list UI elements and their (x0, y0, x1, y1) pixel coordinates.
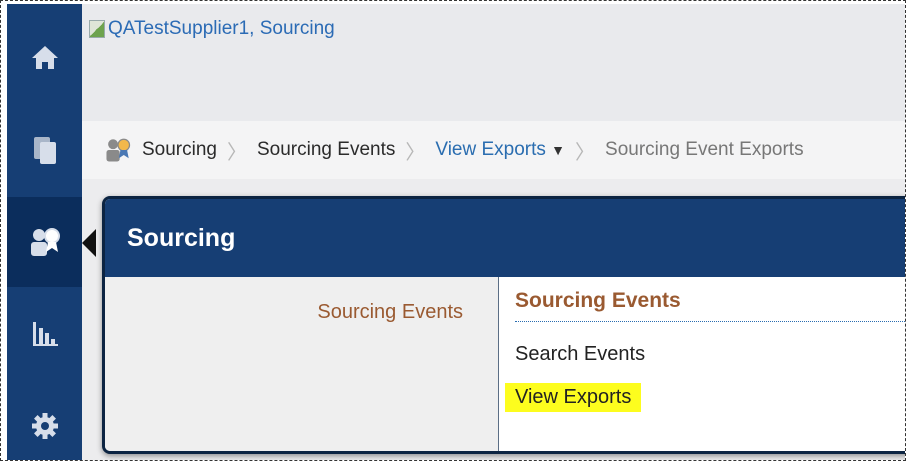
search-events-link[interactable]: Search Events (505, 340, 655, 369)
breadcrumb-current: Sourcing Event Exports (605, 139, 804, 160)
company-logo-image (89, 20, 105, 38)
flyout-category-sourcing-events[interactable]: Sourcing Events (105, 277, 499, 451)
home-icon (31, 46, 58, 69)
sourcing-flyout-menu: Sourcing Sourcing Events Sourcing Events… (102, 196, 905, 454)
sourcing-award-icon (106, 138, 131, 162)
breadcrumb-separator-icon: 〉 (227, 141, 247, 164)
caret-down-icon: ▼ (551, 142, 566, 158)
nav-analytics[interactable] (7, 289, 82, 379)
org-title-text: QATestSupplier1, Sourcing (108, 18, 335, 39)
nav-settings[interactable] (7, 381, 82, 460)
flyout-title: Sourcing (105, 199, 905, 277)
nav-rail (7, 4, 82, 460)
nav-home[interactable] (7, 12, 82, 102)
documents-icon (33, 137, 56, 164)
flyout-links-column: Sourcing Events Search Events View Expor… (499, 277, 905, 451)
nav-sourcing[interactable] (7, 197, 82, 287)
top-header: QATestSupplier1, Sourcing (82, 4, 905, 121)
breadcrumb-view-exports[interactable]: View Exports ▼ (435, 139, 565, 161)
flyout-section-title: Sourcing Events (515, 289, 905, 322)
bar-chart-icon (32, 322, 58, 346)
breadcrumb-view-exports-label: View Exports (435, 139, 546, 160)
view-exports-link[interactable]: View Exports (505, 383, 642, 412)
breadcrumb: Sourcing 〉 Sourcing Events 〉 View Export… (82, 121, 905, 179)
org-title-link[interactable]: QATestSupplier1, Sourcing (89, 18, 335, 40)
nav-documents[interactable] (7, 105, 82, 195)
breadcrumb-sourcing-events[interactable]: Sourcing Events (257, 139, 395, 161)
window-frame: QATestSupplier1, Sourcing Sourcing 〉 Sou… (0, 0, 906, 461)
breadcrumb-separator-icon: 〉 (405, 141, 426, 164)
gear-icon (31, 413, 58, 439)
breadcrumb-separator-icon: 〉 (575, 141, 596, 164)
sourcing-award-icon (30, 228, 60, 256)
flyout-pointer (82, 229, 96, 257)
breadcrumb-sourcing[interactable]: Sourcing (142, 139, 217, 161)
